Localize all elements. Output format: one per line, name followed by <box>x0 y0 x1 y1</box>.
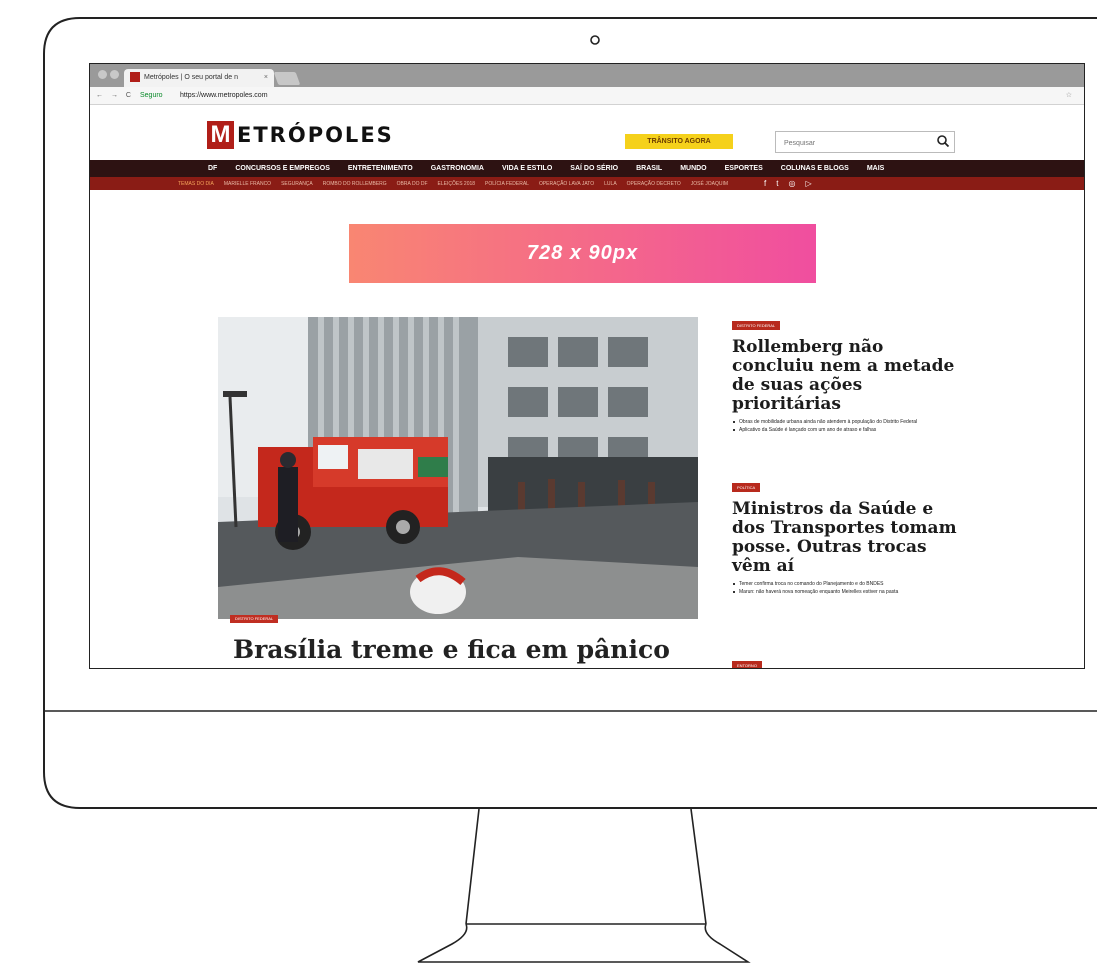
topic-label: TEMAS DO DIA <box>178 180 214 187</box>
nav-item-sai-do-serio[interactable]: SAÍ DO SÉRIO <box>570 165 618 172</box>
story-bullets: Obras de mobilidade urbana ainda não ate… <box>732 419 957 433</box>
logo-mark: M <box>207 121 234 149</box>
nav-item-colunas[interactable]: COLUNAS E BLOGS <box>781 165 849 172</box>
address-bar[interactable]: ← → C Seguro https://www.metropoles.com … <box>90 87 1084 105</box>
story-bullet[interactable]: Aplicativo da Saúde é lançado com um ano… <box>733 427 957 433</box>
instagram-icon[interactable]: ◎ <box>788 179 795 188</box>
story-bullets: Temer confirma troca no comando do Plane… <box>732 581 957 595</box>
nav-item-brasil[interactable]: BRASIL <box>636 165 662 172</box>
story-bullet[interactable]: Marun: não haverá nova nomeação enquanto… <box>733 589 957 595</box>
hero-badge[interactable]: DISTRITO FEDERAL <box>230 615 279 623</box>
hero-title[interactable]: Brasília treme e fica em pânico <box>233 634 703 665</box>
hero-image <box>218 317 698 619</box>
topics-bar: TEMAS DO DIA MARIELLE FRANCO SEGURANÇA R… <box>90 177 1084 190</box>
facebook-icon[interactable]: f <box>764 179 766 188</box>
search-box[interactable] <box>775 131 955 154</box>
story-badge[interactable]: ENTORNO <box>732 661 762 668</box>
search-input[interactable] <box>776 133 926 154</box>
nav-item-df[interactable]: DF <box>208 165 217 172</box>
topic-link[interactable]: SEGURANÇA <box>281 181 313 187</box>
tab-strip: Metrópoles | O seu portal de n × <box>90 64 1084 87</box>
secure-lock-label: Seguro <box>140 92 163 99</box>
nav-item-esportes[interactable]: ESPORTES <box>725 165 763 172</box>
site-logo[interactable]: M ETRÓPOLES <box>207 120 394 150</box>
story-title[interactable]: Rollemberg não concluiu nem a metade de … <box>732 338 957 414</box>
hero-photo[interactable] <box>218 317 698 619</box>
nav-item-vida-estilo[interactable]: VIDA E ESTILO <box>502 165 552 172</box>
story-bullet[interactable]: Temer confirma troca no comando do Plane… <box>733 581 957 587</box>
story-title[interactable]: Ministros da Saúde e dos Transportes tom… <box>732 500 957 576</box>
twitter-icon[interactable]: t <box>776 179 778 188</box>
topic-link[interactable]: POLÍCIA FEDERAL <box>485 181 529 187</box>
monitor-base <box>417 923 751 963</box>
nav-item-concursos[interactable]: CONCURSOS E EMPREGOS <box>235 165 330 172</box>
story-badge[interactable]: POLÍTICA <box>732 483 761 492</box>
ad-banner[interactable]: 728 x 90px <box>349 224 816 283</box>
bookmark-star-icon[interactable]: ☆ <box>1066 87 1072 104</box>
new-tab-button[interactable] <box>273 72 301 85</box>
story-bullet[interactable]: Obras de mobilidade urbana ainda não ate… <box>733 419 957 425</box>
side-story-1[interactable]: DISTRITO FEDERAL Rollemberg não concluiu… <box>732 314 957 435</box>
youtube-icon[interactable]: ▷ <box>805 179 811 188</box>
tab-title: Metrópoles | O seu portal de n <box>144 74 239 81</box>
search-icon[interactable] <box>936 134 950 148</box>
side-story-3[interactable]: ENTORNO <box>732 654 957 668</box>
side-story-2[interactable]: POLÍTICA Ministros da Saúde e dos Transp… <box>732 476 957 597</box>
topic-link[interactable]: OPERAÇÃO DECRETO <box>627 181 681 187</box>
transit-now-button[interactable]: TRÂNSITO AGORA <box>625 134 733 149</box>
browser-tab[interactable]: Metrópoles | O seu portal de n × <box>124 69 274 87</box>
topic-link[interactable]: ELEIÇÕES 2018 <box>438 181 476 187</box>
nav-item-entretenimento[interactable]: ENTRETENIMENTO <box>348 165 413 172</box>
window-minimize-button[interactable] <box>110 70 119 79</box>
monitor-neck <box>465 808 707 925</box>
story-badge[interactable]: DISTRITO FEDERAL <box>732 321 781 330</box>
main-nav: DF CONCURSOS E EMPREGOS ENTRETENIMENTO G… <box>90 160 1084 177</box>
topic-link[interactable]: LULA <box>604 181 617 187</box>
logo-wordmark: ETRÓPOLES <box>237 123 394 147</box>
browser-screen: Metrópoles | O seu portal de n × ← → C S… <box>89 63 1085 669</box>
topic-link[interactable]: OPERAÇÃO LAVA JATO <box>539 181 594 187</box>
webcam-icon <box>590 35 600 45</box>
nav-item-mundo[interactable]: MUNDO <box>680 165 706 172</box>
nav-item-mais[interactable]: MAIS <box>867 165 885 172</box>
url-text[interactable]: https://www.metropoles.com <box>180 87 268 104</box>
social-links: f t ◎ ▷ <box>764 179 812 188</box>
topic-link[interactable]: OBRA DO DF <box>397 181 428 187</box>
topic-link[interactable]: MARIELLE FRANCO <box>224 181 271 187</box>
topic-link[interactable]: ROMBO DO ROLLEMBERG <box>323 181 387 187</box>
nav-item-gastronomia[interactable]: GASTRONOMIA <box>431 165 484 172</box>
window-close-button[interactable] <box>98 70 107 79</box>
site-favicon-icon <box>130 72 140 83</box>
nav-buttons[interactable]: ← → C <box>96 87 134 104</box>
topic-link[interactable]: JOSÉ JOAQUIM <box>691 181 728 187</box>
tab-close-icon[interactable]: × <box>264 69 268 87</box>
